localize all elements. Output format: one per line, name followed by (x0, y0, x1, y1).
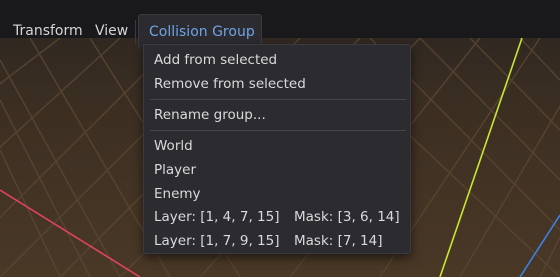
menu-divider (150, 130, 406, 131)
menu-item-layer-mask[interactable]: Layer: [1, 4, 7, 15] Mask: [3, 6, 14] (154, 206, 404, 228)
menu-item-rename-group[interactable]: Rename group... (154, 104, 266, 126)
menu-item-group-world[interactable]: World (154, 135, 193, 157)
menu-item-group-player[interactable]: Player (154, 159, 196, 181)
mask-label: Mask: [7, 14] (294, 233, 383, 249)
collision-group-dropdown: Add from selected Remove from selected R… (143, 44, 411, 254)
menu-item-add-from-selected[interactable]: Add from selected (154, 49, 277, 71)
menu-view[interactable]: View (87, 14, 136, 48)
mask-label: Mask: [3, 6, 14] (294, 209, 400, 225)
menu-divider (150, 99, 406, 100)
menu-separator (135, 20, 136, 44)
layer-label: Layer: [1, 7, 9, 15] (154, 233, 280, 249)
layer-label: Layer: [1, 4, 7, 15] (154, 209, 280, 225)
menu-transform[interactable]: Transform (5, 14, 91, 48)
menu-item-group-enemy[interactable]: Enemy (154, 183, 201, 205)
menu-item-remove-from-selected[interactable]: Remove from selected (154, 73, 306, 95)
menu-collision-group[interactable]: Collision Group (138, 14, 262, 48)
menu-item-layer-mask[interactable]: Layer: [1, 7, 9, 15] Mask: [7, 14] (154, 230, 404, 252)
editor-window: Transform View Collision Group Add from … (0, 0, 560, 277)
